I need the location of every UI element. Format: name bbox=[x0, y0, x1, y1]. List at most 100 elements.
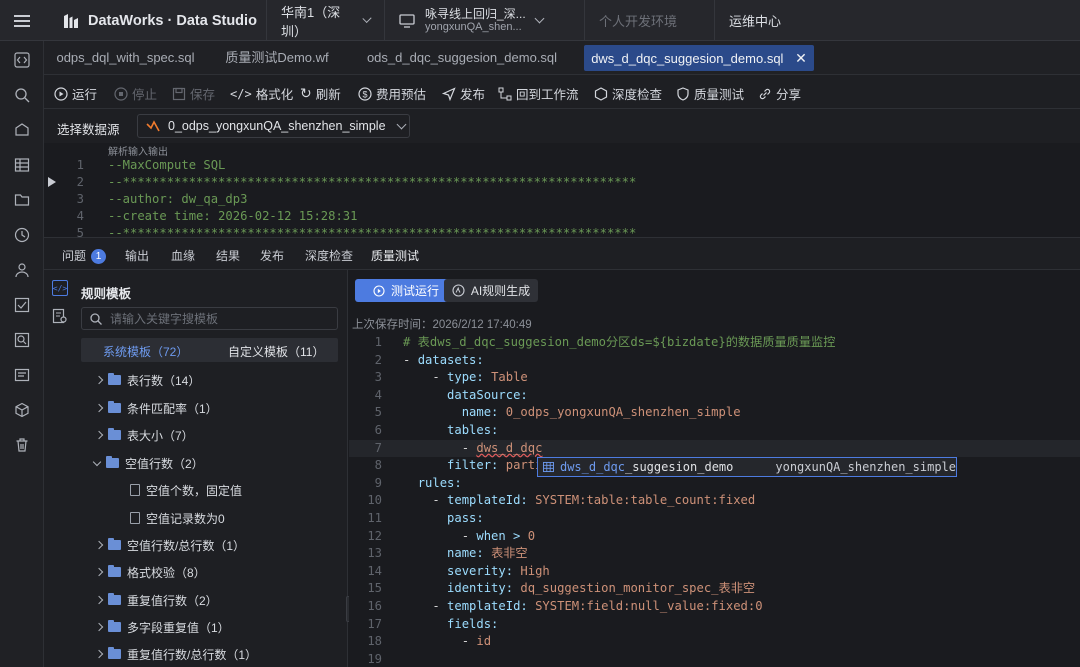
line-number: 2 bbox=[374, 352, 382, 367]
tree-label: 空值个数，固定值 bbox=[146, 483, 243, 498]
tab-label: 问题 bbox=[62, 249, 87, 263]
link-icon bbox=[759, 88, 771, 99]
deep-check-button[interactable]: 深度检查 bbox=[594, 84, 662, 103]
inspect-icon[interactable] bbox=[13, 331, 31, 349]
clock-icon[interactable] bbox=[13, 226, 31, 244]
issues-count-badge: 1 bbox=[91, 249, 107, 264]
folder-icon bbox=[108, 620, 121, 632]
box-icon[interactable] bbox=[13, 121, 31, 139]
ai-rule-generate-button[interactable]: AI规则生成 bbox=[444, 279, 538, 302]
ops-center-link[interactable]: 运维中心 bbox=[714, 0, 804, 41]
code-key: pass: bbox=[447, 511, 484, 525]
code-line: 10 - templateId: SYSTEM:table:table_coun… bbox=[349, 492, 1080, 510]
folder-icon[interactable] bbox=[13, 191, 31, 209]
close-icon[interactable]: ✕ bbox=[795, 50, 807, 66]
publish-button[interactable]: 发布 bbox=[442, 84, 485, 103]
code-key: rules: bbox=[417, 475, 462, 490]
refresh-button[interactable]: ↻ 刷新 bbox=[300, 84, 341, 103]
save-button[interactable]: 保存 bbox=[172, 84, 215, 103]
code-icon[interactable]: </> bbox=[52, 280, 68, 296]
tab-quality-test[interactable]: 质量测试 bbox=[371, 247, 420, 272]
tab-custom-templates[interactable]: 自定义模板（11） bbox=[228, 343, 324, 360]
search-icon bbox=[90, 312, 102, 325]
cost-estimate-button[interactable]: $ 费用预估 bbox=[358, 84, 426, 103]
datasource-select[interactable]: 0_odps_yongxunQA_shenzhen_simple bbox=[137, 114, 410, 138]
tree-item[interactable]: 空值个数，固定值 bbox=[130, 480, 242, 500]
tree-label: 空值记录数为0 bbox=[146, 511, 225, 526]
list-search-icon[interactable] bbox=[52, 308, 68, 324]
code-text: rules: bbox=[403, 475, 462, 493]
tab-lineage[interactable]: 血缘 bbox=[171, 247, 195, 264]
ai-gen-label: AI规则生成 bbox=[470, 284, 531, 298]
refresh-label: 刷新 bbox=[315, 88, 341, 102]
sql-editor[interactable]: 解析输入输出 1 --MaxCompute SQL 2 --************… bbox=[44, 143, 1080, 237]
tree-item[interactable]: 格式校验（8） bbox=[94, 562, 206, 582]
dataworks-logo-icon bbox=[64, 14, 78, 28]
code-icon[interactable] bbox=[13, 51, 31, 69]
autocomplete-popup[interactable]: dws_d_dqc _suggesion_demo yongxunQA_shenz… bbox=[537, 457, 957, 478]
project-name: 咏寻线上回归_深... bbox=[425, 6, 526, 21]
editor-toolbar: 运行 停止 保存 </> 格式化 ↻ 刷新 $ 费用预估 发布 回到工作流 深度检查 … bbox=[44, 75, 1080, 109]
chevron-down-icon bbox=[92, 457, 102, 466]
parse-io-hint[interactable]: 解析输入输出 bbox=[108, 143, 168, 158]
tab-system-templates[interactable]: 系统模板（72） bbox=[103, 343, 188, 360]
tree-item[interactable]: 空值记录数为0 bbox=[130, 508, 225, 528]
tree-item[interactable]: 表大小（7） bbox=[94, 425, 194, 445]
tab-ods-dqc[interactable]: ods_d_dqc_suggesion_demo.sql bbox=[347, 41, 577, 75]
table-icon[interactable] bbox=[13, 156, 31, 174]
tree-item[interactable]: 空值行数/总行数（1） bbox=[94, 535, 245, 555]
line-number: 5 bbox=[76, 226, 84, 237]
yaml-editor[interactable]: 1 # 表dws_d_dqc_suggesion_demo分区ds=${bizda… bbox=[349, 334, 1080, 667]
template-search-input[interactable]: 请输入关键字搜模板 bbox=[81, 307, 338, 330]
code-line: 12 - when > 0 bbox=[349, 528, 1080, 546]
tree-item[interactable]: 表行数（14） bbox=[94, 370, 200, 390]
deep-label: 深度检查 bbox=[612, 88, 663, 102]
message-icon[interactable] bbox=[13, 366, 31, 384]
run-button[interactable]: 运行 bbox=[54, 84, 97, 103]
env-switch[interactable]: 个人开发环境 bbox=[584, 0, 714, 41]
tab-issues[interactable]: 问题 1 bbox=[62, 247, 107, 264]
checklist-icon[interactable] bbox=[13, 296, 31, 314]
region-select[interactable]: 华南1（深圳） bbox=[266, 0, 384, 41]
tree-item[interactable]: 重复值行数（2） bbox=[94, 590, 218, 610]
search-data-icon[interactable] bbox=[13, 86, 31, 104]
chevron-right-icon bbox=[94, 595, 104, 605]
tree-item[interactable]: 多字段重复值（1） bbox=[94, 617, 230, 637]
tree-item[interactable]: 重复值行数/总行数（1） bbox=[94, 644, 257, 664]
code-text: --author: dw_qa_dp3 bbox=[108, 192, 248, 206]
code-text: tables: bbox=[403, 422, 498, 440]
tab-deep-check[interactable]: 深度检查 bbox=[305, 247, 353, 264]
app-logo[interactable]: DataWorks · Data Studio bbox=[62, 11, 257, 31]
format-button[interactable]: </> 格式化 bbox=[230, 84, 293, 103]
code-value: id bbox=[476, 634, 492, 649]
line-number: 12 bbox=[367, 528, 382, 543]
code-text: identity: dq_suggestion_monitor_spec_表非空 bbox=[403, 580, 755, 598]
code-text: - when > 0 bbox=[403, 528, 535, 546]
test-run-button[interactable]: 测试运行 bbox=[355, 279, 457, 302]
menu-icon[interactable] bbox=[0, 0, 44, 41]
line-number: 10 bbox=[367, 493, 382, 508]
tree-item[interactable]: 空值行数（2） bbox=[92, 453, 204, 473]
user-icon[interactable] bbox=[13, 261, 31, 279]
tab-result[interactable]: 结果 bbox=[216, 247, 240, 264]
line-number: 11 bbox=[367, 511, 382, 525]
tree-item[interactable]: 条件匹配率（1） bbox=[94, 398, 218, 418]
svg-text:$: $ bbox=[362, 89, 367, 99]
tab-output[interactable]: 输出 bbox=[125, 247, 149, 264]
tab-publish[interactable]: 发布 bbox=[260, 247, 284, 264]
tab-dws-dqc[interactable]: dws_d_dqc_suggesion_demo.sql ✕ bbox=[584, 45, 814, 71]
back-to-workflow-button[interactable]: 回到工作流 bbox=[498, 84, 579, 103]
share-label: 分享 bbox=[776, 88, 802, 102]
send-icon bbox=[442, 86, 456, 101]
tab-quality-demo[interactable]: 质量测试Demo.wf bbox=[207, 41, 347, 75]
code-line: 5 name: 0_odps_yongxunQA_shenzhen_simple bbox=[349, 404, 1080, 422]
project-select[interactable]: 咏寻线上回归_深... yongxunQA_shen... bbox=[384, 0, 584, 41]
trash-icon[interactable] bbox=[13, 436, 31, 454]
quality-test-button[interactable]: 质量测试 bbox=[676, 84, 744, 103]
cube-icon[interactable] bbox=[13, 401, 31, 419]
tab-odps-dql[interactable]: odps_dql_with_spec.sql bbox=[44, 41, 207, 75]
stop-button[interactable]: 停止 bbox=[114, 84, 157, 103]
share-button[interactable]: 分享 bbox=[758, 84, 801, 103]
